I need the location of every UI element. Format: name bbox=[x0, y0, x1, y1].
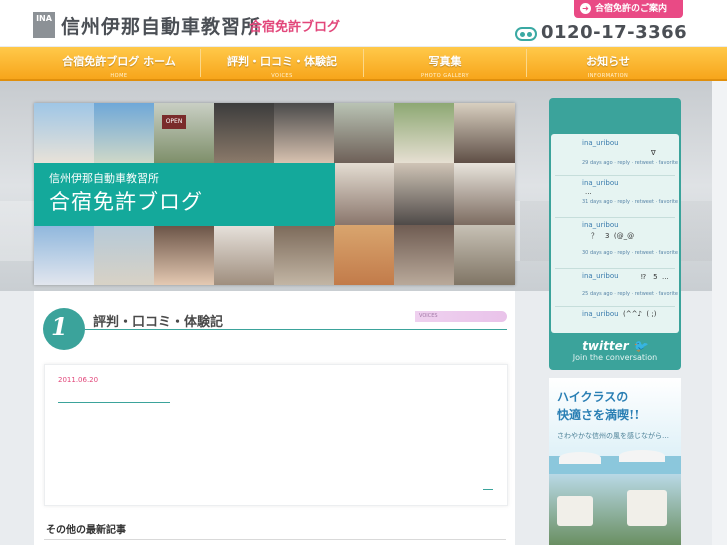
page-right-edge bbox=[712, 81, 727, 545]
photo-tile bbox=[94, 103, 154, 163]
ad-title-line2: 快適さを満喫!! bbox=[557, 408, 640, 422]
photo-tile bbox=[274, 103, 334, 163]
photo-tile bbox=[394, 163, 454, 225]
photo-tile bbox=[394, 225, 454, 285]
nav-item-information[interactable]: お知らせ INFORMATION bbox=[527, 47, 689, 79]
tweet-username[interactable]: ina_uribou bbox=[582, 221, 619, 229]
tweet-divider bbox=[555, 306, 675, 307]
tweet-text: ？ 3 (@_@ bbox=[591, 232, 635, 240]
tweet-list[interactable]: ina_uribou ∇ 29 days ago · reply · retwe… bbox=[551, 134, 679, 333]
course-guide-label: 合宿免許のご案内 bbox=[595, 4, 668, 14]
tweet-username[interactable]: ina_uribou bbox=[582, 272, 619, 280]
tweet-text: ... bbox=[585, 188, 592, 196]
photo-tile bbox=[454, 163, 515, 225]
parasol-icon bbox=[559, 452, 601, 464]
section-underline bbox=[85, 329, 507, 330]
photo-tile bbox=[34, 225, 94, 285]
ad-title-line1: ハイクラスの bbox=[557, 390, 629, 404]
free-dial-icon bbox=[515, 27, 537, 41]
nav-item-voices[interactable]: 評判・口コミ・体験記 VOICES bbox=[201, 47, 363, 79]
tweet-text: ∇ bbox=[651, 149, 656, 157]
photo-tile bbox=[214, 225, 274, 285]
tweet-item[interactable]: ina_uribou ？ 3 (@_@ 30 days ago · reply … bbox=[551, 221, 679, 269]
tweet-divider bbox=[555, 268, 675, 269]
parasol-icon bbox=[619, 450, 665, 462]
section-category-tag: VOICES bbox=[415, 311, 507, 322]
photo-tile: OPEN bbox=[154, 103, 214, 163]
nav-item-sublabel: HOME bbox=[110, 73, 128, 79]
latest-articles-divider bbox=[44, 539, 506, 540]
join-conversation-link[interactable]: Join the conversation bbox=[549, 353, 681, 362]
tweet-item[interactable]: ina_uribou (^^♪ ( ;) bbox=[551, 310, 679, 333]
tweet-divider bbox=[555, 175, 675, 176]
nav-item-sublabel: INFORMATION bbox=[587, 73, 629, 79]
twitter-logo[interactable]: twitter 🐦 bbox=[549, 339, 681, 353]
photo-tile bbox=[34, 103, 94, 163]
photo-tile bbox=[394, 103, 454, 163]
photo-tile bbox=[274, 225, 334, 285]
blog-post-card bbox=[44, 364, 508, 506]
tweet-actions[interactable]: 29 days ago · reply · retweet · favorite bbox=[582, 160, 678, 166]
tweet-username[interactable]: ina_uribou bbox=[582, 179, 619, 187]
section-title: 評判・口コミ・体験記 bbox=[93, 315, 224, 330]
tweet-divider bbox=[555, 217, 675, 218]
tweet-text: (^^♪ ( ;) bbox=[623, 310, 657, 318]
post-title-underline bbox=[58, 402, 170, 403]
nav-item-sublabel: VOICES bbox=[271, 73, 293, 79]
phone-number[interactable]: 0120-17-3366 bbox=[541, 22, 687, 43]
open-sign: OPEN bbox=[162, 115, 186, 129]
lounge-chair-icon bbox=[557, 496, 593, 526]
latest-articles-heading: その他の最新記事 bbox=[46, 525, 126, 536]
ad-copy: さわやかな信州の風を感じながら… bbox=[557, 432, 669, 440]
high-class-ad-banner[interactable]: ハイクラスの 快適さを満喫!! さわやかな信州の風を感じながら… bbox=[549, 378, 681, 545]
site-name[interactable]: 信州伊那自動車教習所 bbox=[61, 12, 261, 39]
tweet-text: ⁉ 5 ... bbox=[641, 273, 669, 281]
tweet-item[interactable]: ina_uribou ⁉ 5 ... 25 days ago · reply ·… bbox=[551, 272, 679, 306]
tweet-username[interactable]: ina_uribou bbox=[582, 139, 619, 147]
photo-tile bbox=[154, 225, 214, 285]
arrow-right-icon: ➜ bbox=[580, 3, 591, 14]
course-guide-button[interactable]: ➜ 合宿免許のご案内 bbox=[574, 0, 683, 18]
tweet-username[interactable]: ina_uribou bbox=[582, 310, 619, 318]
photo-tile bbox=[454, 103, 515, 163]
section-number: 1 bbox=[51, 312, 68, 341]
nav-item-home[interactable]: 合宿免許ブログ ホーム HOME bbox=[38, 47, 200, 79]
nav-item-label: お知らせ bbox=[586, 55, 630, 68]
tweet-actions[interactable]: 30 days ago · reply · retweet · favorite bbox=[582, 250, 678, 256]
photo-tile bbox=[334, 163, 394, 225]
tweet-item[interactable]: ina_uribou ∇ 29 days ago · reply · retwe… bbox=[551, 139, 679, 175]
tweet-actions[interactable]: 25 days ago · reply · retweet · favorite bbox=[582, 291, 678, 297]
photo-tile bbox=[214, 103, 274, 163]
twitter-logo-text: twitter bbox=[582, 339, 629, 353]
post-date: 2011.06.20 bbox=[58, 376, 99, 384]
hero-title: 合宿免許ブログ bbox=[49, 190, 203, 214]
tweet-actions[interactable]: 31 days ago · reply · retweet · favorite bbox=[582, 199, 678, 205]
main-nav: 合宿免許ブログ ホーム HOME 評判・口コミ・体験記 VOICES 写真集 P… bbox=[0, 47, 727, 81]
nav-item-photo-gallery[interactable]: 写真集 PHOTO GALLERY bbox=[364, 47, 526, 79]
nav-item-label: 写真集 bbox=[428, 55, 462, 68]
lounge-chair-icon bbox=[627, 490, 667, 526]
hero-subtitle: 信州伊那自動車教習所 bbox=[49, 172, 159, 185]
blog-subtitle: 合宿免許ブログ bbox=[249, 20, 341, 35]
twitter-bird-icon: 🐦 bbox=[632, 339, 648, 353]
photo-tile bbox=[334, 225, 394, 285]
tweet-item[interactable]: ina_uribou ... 31 days ago · reply · ret… bbox=[551, 179, 679, 215]
photo-tile bbox=[334, 103, 394, 163]
nav-item-label: 評判・口コミ・体験記 bbox=[227, 55, 337, 68]
post-footer-mark bbox=[483, 489, 493, 490]
photo-tile bbox=[94, 225, 154, 285]
nav-item-label: 合宿免許ブログ ホーム bbox=[62, 55, 176, 68]
nav-item-sublabel: PHOTO GALLERY bbox=[420, 73, 470, 79]
photo-tile bbox=[454, 225, 515, 285]
school-logo[interactable]: INA bbox=[33, 12, 55, 38]
